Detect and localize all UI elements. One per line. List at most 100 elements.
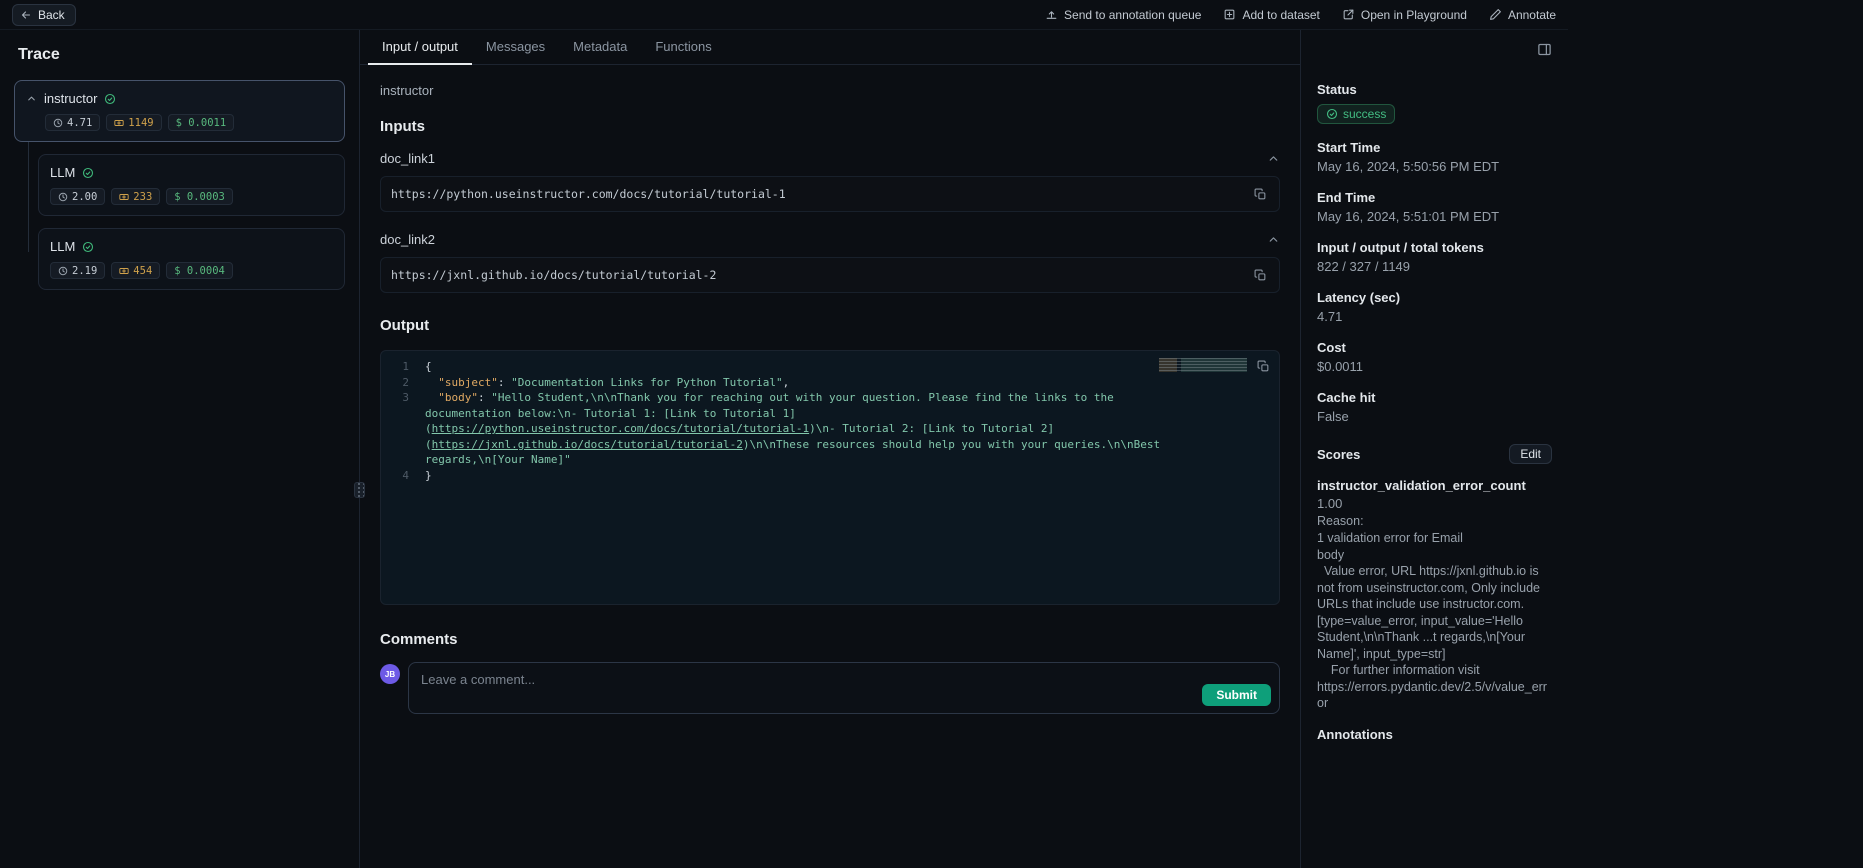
- copy-icon[interactable]: [1254, 269, 1267, 282]
- span-name: instructor: [44, 91, 97, 106]
- latency-field: Latency (sec) 4.71: [1317, 290, 1552, 324]
- score-value: 1.00: [1317, 496, 1552, 511]
- trace-title: Trace: [18, 46, 341, 64]
- topbar: Back Send to annotation queue Add to dat…: [0, 0, 1568, 30]
- input-value: https://jxnl.github.io/docs/tutorial/tut…: [391, 268, 716, 282]
- edit-scores-button[interactable]: Edit: [1509, 444, 1552, 464]
- span-badges: 2.19 454 $ 0.0004: [50, 262, 333, 279]
- clock-icon: [58, 192, 68, 202]
- span-stats-panel: Status success Start Time May 16, 2024, …: [1300, 30, 1568, 868]
- copy-output-icon[interactable]: [1257, 360, 1270, 373]
- input-name: doc_link2: [380, 232, 435, 247]
- collapse-panel-icon[interactable]: [1537, 42, 1552, 57]
- tokens-icon: [114, 118, 124, 128]
- back-arrow-icon: [20, 9, 32, 21]
- tokens-icon: [119, 266, 129, 276]
- add-to-dataset-button[interactable]: Add to dataset: [1223, 8, 1319, 22]
- annotations-heading: Annotations: [1317, 727, 1552, 742]
- tokens-icon: [119, 192, 129, 202]
- annotation-queue-icon: [1045, 8, 1058, 21]
- submit-comment-button[interactable]: Submit: [1202, 684, 1271, 706]
- cost-badge: $ 0.0004: [166, 262, 233, 279]
- output-heading: Output: [380, 317, 1280, 334]
- tokens-field: Input / output / total tokens 822 / 327 …: [1317, 240, 1552, 274]
- span-item-llm-2[interactable]: LLM 2.19 454 $ 0.0004: [38, 228, 345, 290]
- span-name: LLM: [50, 239, 75, 254]
- input-name: doc_link1: [380, 151, 435, 166]
- start-time-field: Start Time May 16, 2024, 5:50:56 PM EDT: [1317, 140, 1552, 174]
- back-button[interactable]: Back: [12, 4, 76, 26]
- collapse-chevron-up-icon[interactable]: [1267, 152, 1280, 165]
- span-name: LLM: [50, 165, 75, 180]
- span-content: instructor Inputs doc_link1 https://pyth…: [360, 65, 1300, 868]
- input-value-box: https://python.useinstructor.com/docs/tu…: [380, 176, 1280, 212]
- success-check-icon: [104, 93, 116, 105]
- span-detail-main: Input / output Messages Metadata Functio…: [360, 30, 1300, 868]
- latency-badge: 2.00: [50, 188, 105, 205]
- end-time-field: End Time May 16, 2024, 5:51:01 PM EDT: [1317, 190, 1552, 224]
- latency-badge: 2.19: [50, 262, 105, 279]
- input-group-doc-link1: doc_link1 https://python.useinstructor.c…: [380, 151, 1280, 212]
- scores-heading: Scores: [1317, 447, 1360, 462]
- span-badges: 4.71 1149 $ 0.0011: [45, 114, 333, 131]
- tokens-badge: 233: [111, 188, 160, 205]
- span-badges: 2.00 233 $ 0.0003: [50, 188, 333, 205]
- trace-view-app: Back Send to annotation queue Add to dat…: [0, 0, 1568, 868]
- cache-hit-field: Cache hit False: [1317, 390, 1552, 424]
- send-to-annotation-queue-button[interactable]: Send to annotation queue: [1045, 8, 1201, 22]
- add-to-dataset-label: Add to dataset: [1242, 8, 1319, 22]
- score-name: instructor_validation_error_count: [1317, 478, 1552, 493]
- annotate-button[interactable]: Annotate: [1489, 8, 1556, 22]
- output-code-editor[interactable]: 1{2 "subject": "Documentation Links for …: [380, 350, 1280, 605]
- input-group-doc-link2: doc_link2 https://jxnl.github.io/docs/tu…: [380, 232, 1280, 293]
- avatar: JB: [380, 664, 400, 684]
- chevron-up-icon[interactable]: [26, 93, 37, 104]
- score-reason-label: Reason:: [1317, 514, 1552, 528]
- score-reason-text: 1 validation error for Email body Value …: [1317, 530, 1552, 712]
- span-item-instructor[interactable]: instructor 4.71 1149 $ 0.001: [14, 80, 345, 142]
- span-item-llm-1[interactable]: LLM 2.00 233 $ 0.0003: [38, 154, 345, 216]
- open-in-playground-button[interactable]: Open in Playground: [1342, 8, 1467, 22]
- annotate-label: Annotate: [1508, 8, 1556, 22]
- cost-badge: $ 0.0011: [168, 114, 235, 131]
- sidebar-resize-handle[interactable]: [354, 482, 365, 498]
- tokens-badge: 454: [111, 262, 160, 279]
- span-tree: instructor 4.71 1149 $ 0.001: [14, 80, 345, 290]
- add-to-dataset-icon: [1223, 8, 1236, 21]
- inputs-heading: Inputs: [380, 118, 1280, 135]
- topbar-actions: Send to annotation queue Add to dataset …: [1045, 8, 1556, 22]
- tab-messages[interactable]: Messages: [472, 30, 559, 65]
- input-value: https://python.useinstructor.com/docs/tu…: [391, 187, 786, 201]
- code-minimap: [1159, 358, 1247, 372]
- success-check-icon: [1326, 108, 1338, 120]
- comment-box: Submit: [408, 662, 1280, 714]
- tab-metadata[interactable]: Metadata: [559, 30, 641, 65]
- back-label: Back: [38, 8, 65, 22]
- tokens-badge: 1149: [106, 114, 161, 131]
- tree-guide-line: [28, 140, 29, 252]
- scores-section-header: Scores Edit: [1317, 444, 1552, 464]
- success-check-icon: [82, 167, 94, 179]
- collapse-chevron-up-icon[interactable]: [1267, 233, 1280, 246]
- comment-input[interactable]: [409, 663, 1279, 713]
- code-lines: 1{2 "subject": "Documentation Links for …: [381, 359, 1279, 483]
- input-value-box: https://jxnl.github.io/docs/tutorial/tut…: [380, 257, 1280, 293]
- tab-functions[interactable]: Functions: [641, 30, 725, 65]
- tab-input-output[interactable]: Input / output: [368, 30, 472, 65]
- span-tabs: Input / output Messages Metadata Functio…: [360, 30, 1300, 65]
- clock-icon: [53, 118, 63, 128]
- comments-heading: Comments: [380, 631, 1280, 648]
- open-in-playground-label: Open in Playground: [1361, 8, 1467, 22]
- send-to-annotation-queue-label: Send to annotation queue: [1064, 8, 1201, 22]
- success-check-icon: [82, 241, 94, 253]
- trace-sidebar: Trace instructor 4.71: [0, 30, 360, 868]
- annotate-pen-icon: [1489, 8, 1502, 21]
- span-title: instructor: [380, 83, 1280, 98]
- cost-field: Cost $0.0011: [1317, 340, 1552, 374]
- cost-badge: $ 0.0003: [166, 188, 233, 205]
- copy-icon[interactable]: [1254, 188, 1267, 201]
- clock-icon: [58, 266, 68, 276]
- comment-row: JB Submit: [380, 662, 1280, 714]
- status-field: Status success: [1317, 82, 1552, 124]
- status-label: Status: [1317, 82, 1552, 97]
